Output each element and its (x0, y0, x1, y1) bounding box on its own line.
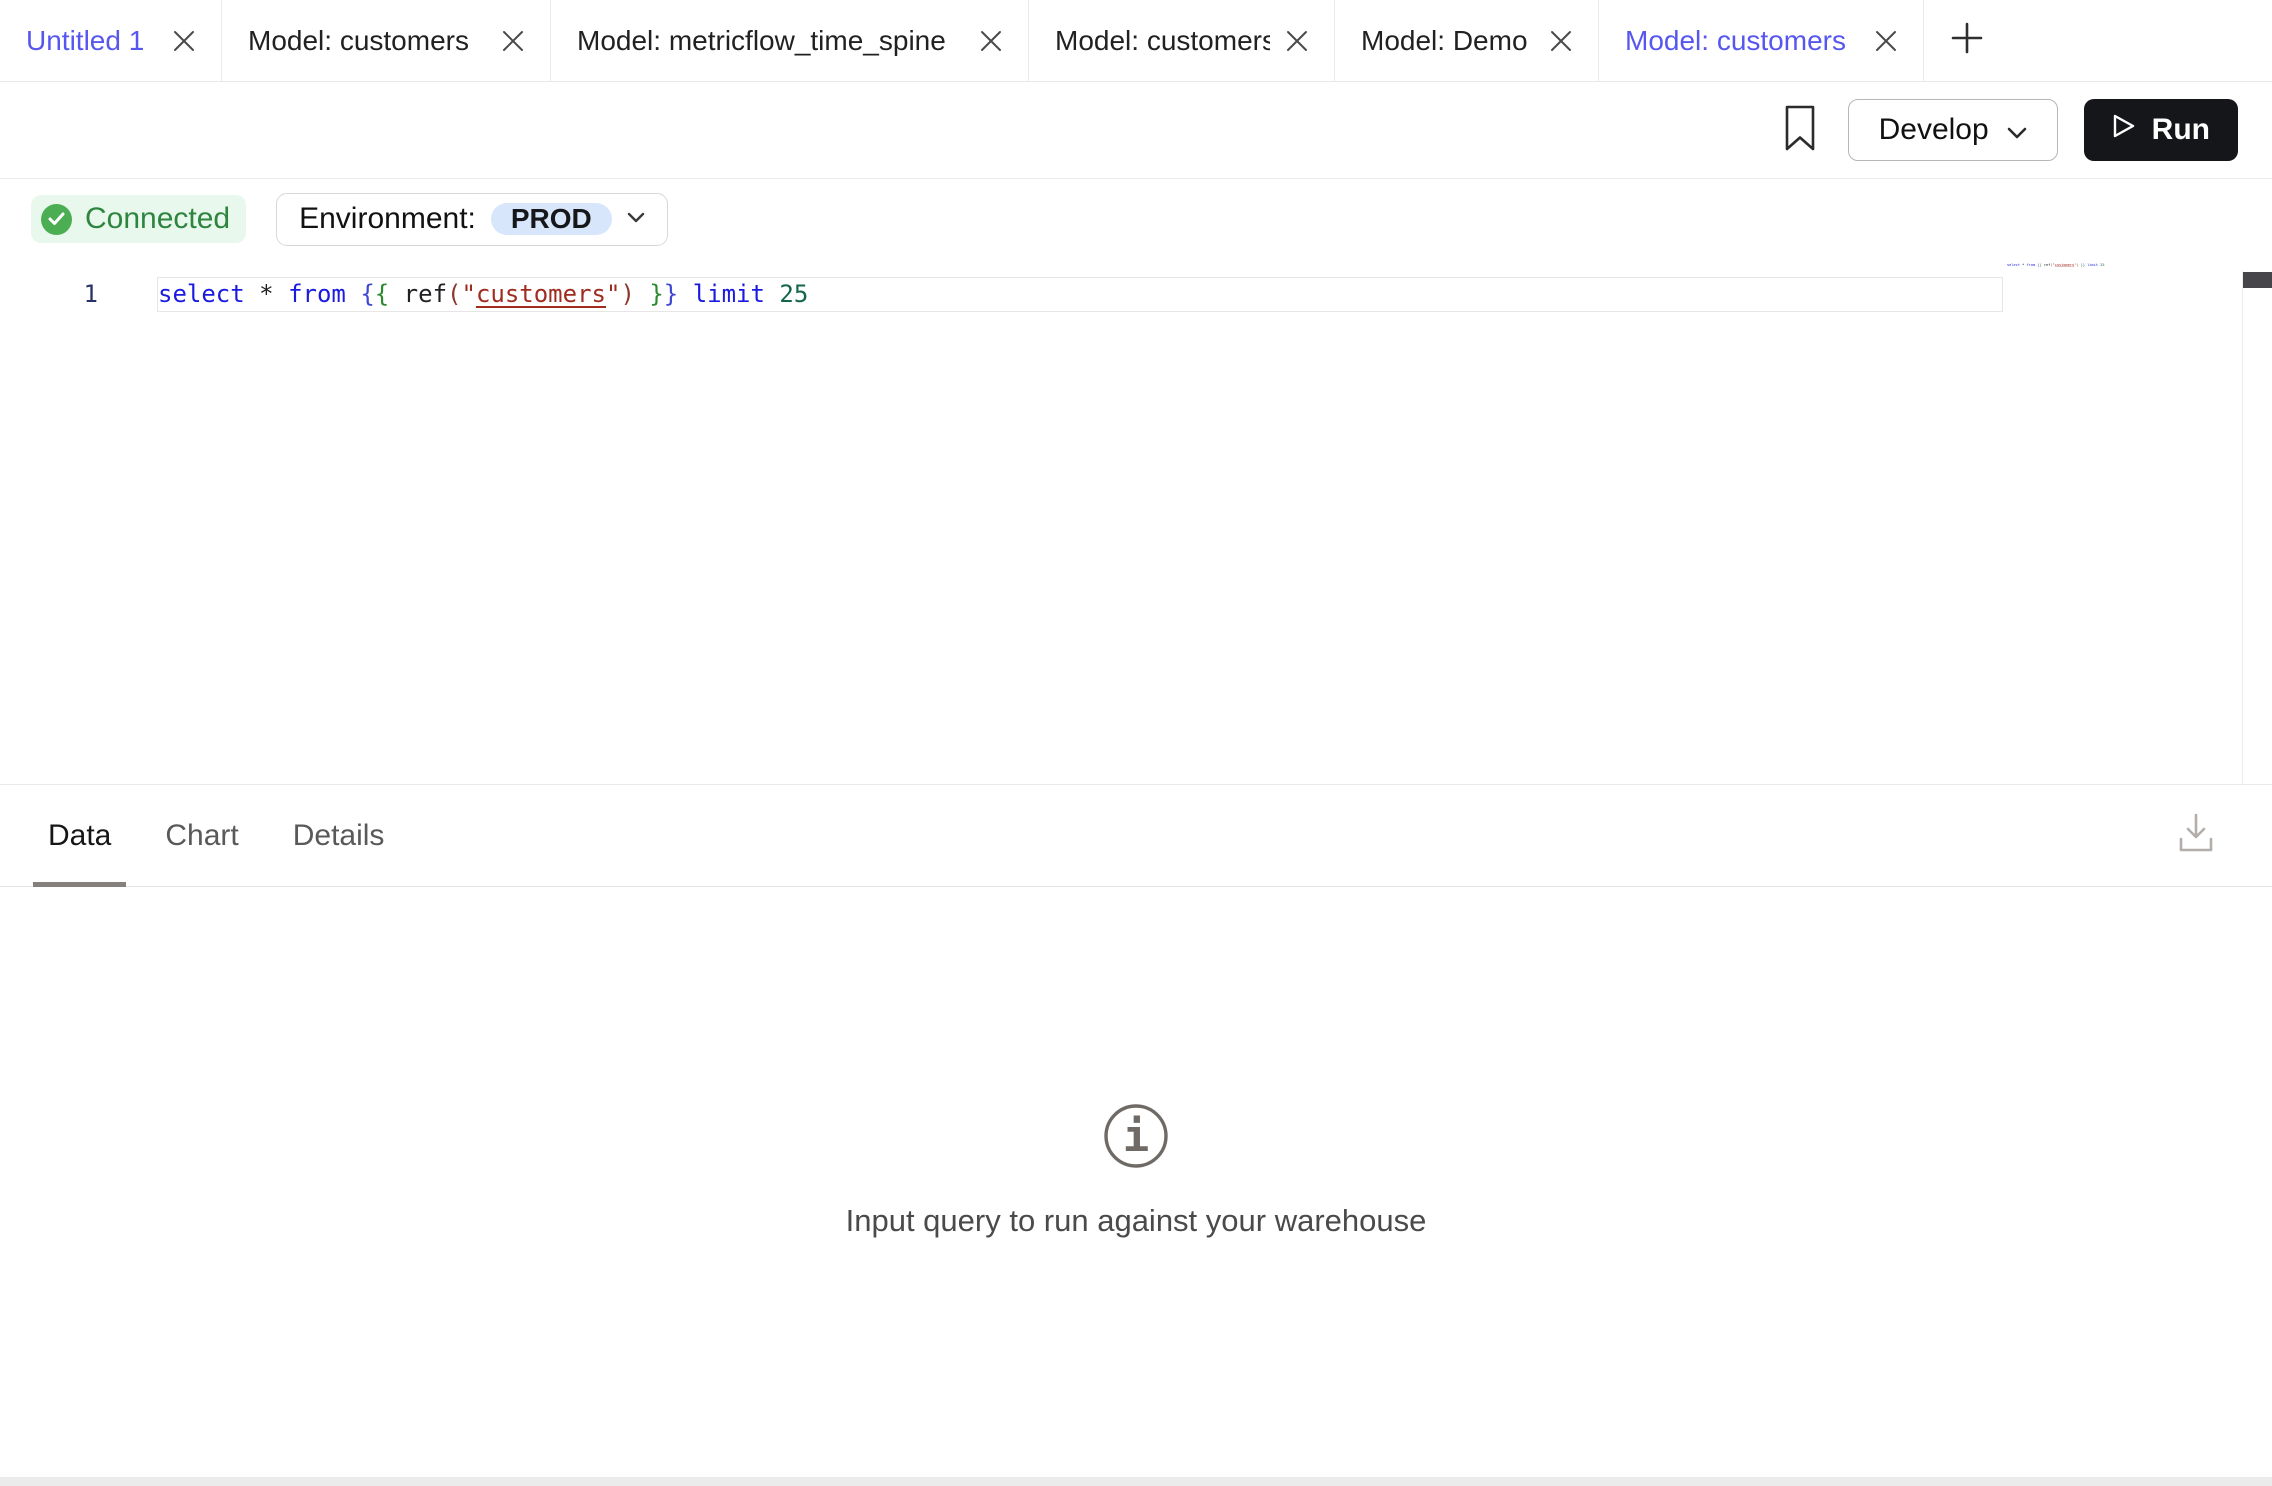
tab-data-label: Data (48, 819, 111, 853)
close-icon[interactable] (1875, 30, 1897, 52)
close-icon[interactable] (502, 30, 524, 52)
run-label: Run (2152, 113, 2210, 147)
ide-window: Untitled 1 Model: customers Model: metri… (0, 0, 2272, 1486)
close-icon[interactable] (980, 30, 1002, 52)
connection-status-badge: Connected (31, 195, 246, 243)
plus-icon (1951, 22, 1983, 59)
editor-minimap[interactable]: select * from {{ ref("customers") }} lim… (2007, 262, 2242, 322)
file-tab-label: Model: customers (248, 25, 486, 57)
bookmark-button[interactable] (1778, 102, 1822, 158)
info-icon: i (1102, 1102, 1170, 1175)
minimap-code-line: select * from {{ ref("customers") }} lim… (2007, 262, 2042, 267)
download-results-button[interactable] (2177, 812, 2215, 859)
close-icon[interactable] (1286, 30, 1308, 52)
download-icon (2177, 812, 2215, 859)
file-tab-model-customers-2[interactable]: Model: customers (1029, 0, 1335, 81)
results-tab-bar: Data Chart Details (0, 784, 2272, 887)
environment-selector[interactable]: Environment: PROD (276, 193, 668, 246)
status-row: Connected Environment: PROD (0, 179, 2272, 259)
develop-label: Develop (1879, 113, 1989, 147)
line-number: 1 (0, 277, 98, 312)
tab-chart[interactable]: Chart (165, 785, 238, 886)
connection-status-label: Connected (85, 202, 230, 236)
bookmark-icon (1784, 104, 1816, 157)
scrollbar-thumb[interactable] (2243, 272, 2272, 288)
sql-editor[interactable]: 1 select * from {{ ref("customers") }} l… (0, 259, 2272, 784)
code-line[interactable]: select * from {{ ref("customers") }} lim… (158, 277, 808, 312)
run-button[interactable]: Run (2084, 99, 2238, 161)
environment-value-pill: PROD (491, 203, 612, 235)
editor-scrollbar[interactable] (2242, 271, 2272, 784)
tab-details-label: Details (293, 819, 385, 853)
new-tab-button[interactable] (1924, 0, 2010, 81)
bottom-scrollbar-track[interactable] (0, 1477, 2272, 1486)
close-icon[interactable] (173, 30, 195, 52)
results-panel-body: i Input query to run against your wareho… (0, 887, 2272, 1478)
close-icon[interactable] (1550, 30, 1572, 52)
develop-dropdown-button[interactable]: Develop (1848, 99, 2058, 161)
svg-text:i: i (1123, 1111, 1150, 1162)
tab-bar-spacer (2010, 0, 2272, 81)
file-tab-label: Model: metricflow_time_spine (577, 25, 964, 57)
check-icon (41, 204, 72, 235)
empty-state-message: Input query to run against your warehous… (846, 1203, 1427, 1239)
file-tab-label: Untitled 1 (26, 25, 157, 57)
file-tab-label: Model: Demo (1361, 25, 1534, 57)
environment-label: Environment: (299, 202, 476, 236)
file-tab-model-customers-1[interactable]: Model: customers (222, 0, 551, 81)
editor-toolbar: Develop Run (0, 82, 2272, 179)
tab-details[interactable]: Details (293, 785, 385, 886)
tab-chart-label: Chart (165, 819, 238, 853)
file-tab-label: Model: customers (1055, 25, 1270, 57)
tab-data[interactable]: Data (48, 785, 111, 886)
file-tab-untitled-1[interactable]: Untitled 1 (0, 0, 222, 81)
file-tab-model-demo[interactable]: Model: Demo (1335, 0, 1599, 81)
chevron-down-icon (627, 210, 645, 228)
file-tab-model-customers-3[interactable]: Model: customers (1599, 0, 1924, 81)
chevron-down-icon (2007, 113, 2027, 147)
file-tab-label: Model: customers (1625, 25, 1859, 57)
file-tab-model-metricflow-time-spine[interactable]: Model: metricflow_time_spine (551, 0, 1029, 81)
play-icon (2112, 113, 2136, 147)
file-tab-bar: Untitled 1 Model: customers Model: metri… (0, 0, 2272, 82)
